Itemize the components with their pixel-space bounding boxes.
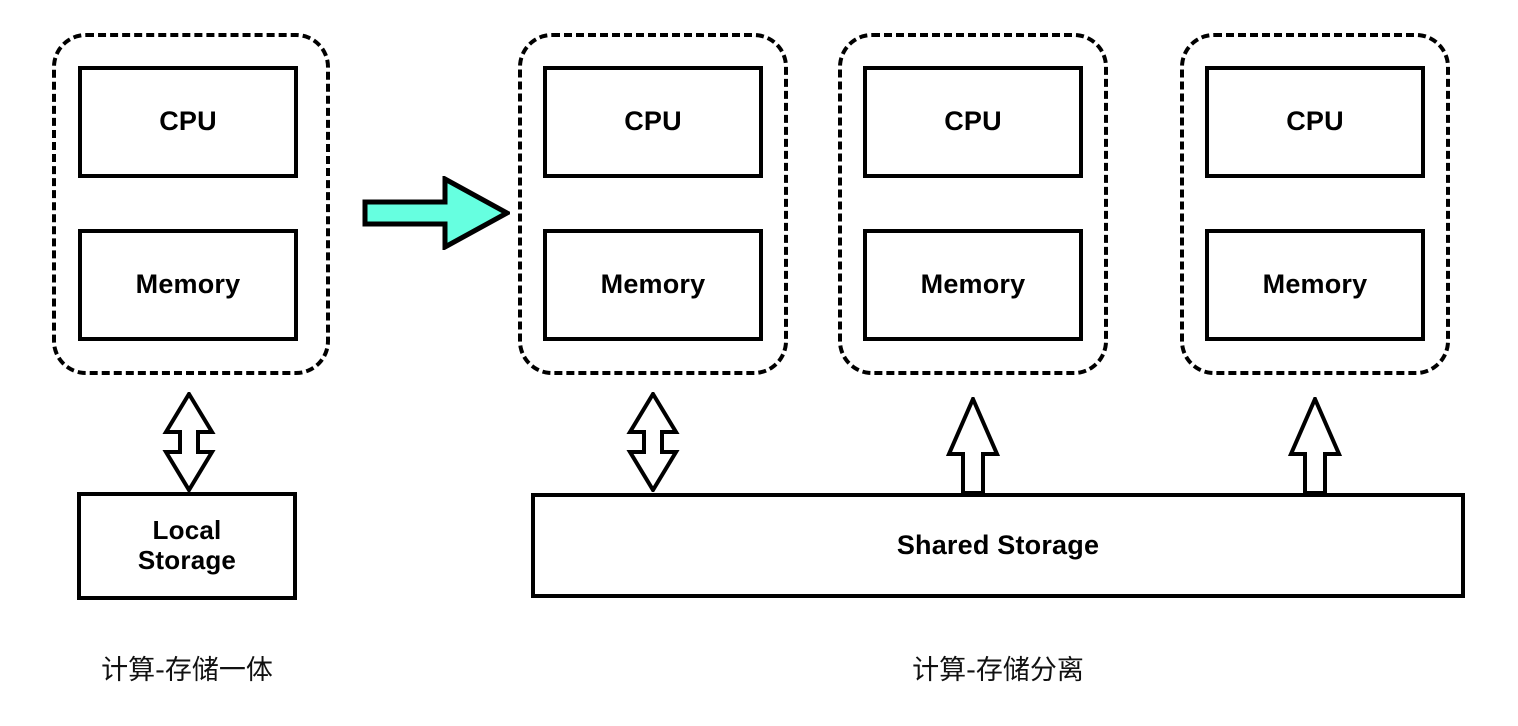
bidirectional-arrow-local: [160, 392, 218, 492]
cpu-box-shared-3: CPU: [1205, 66, 1425, 178]
cpu-box-local: CPU: [78, 66, 298, 178]
bidirectional-arrow-shared-1: [624, 392, 682, 492]
shared-storage-box: Shared Storage: [531, 493, 1465, 598]
up-arrow-shared-3: [1286, 397, 1344, 495]
caption-right-architecture: 计算-存储分离: [912, 655, 1084, 686]
cpu-box-shared-1: CPU: [543, 66, 763, 178]
cpu-box-shared-2: CPU: [863, 66, 1083, 178]
local-storage-box: Local Storage: [77, 492, 297, 600]
local-storage-label-line2: Storage: [137, 545, 237, 575]
local-storage-label-line1: Local: [152, 515, 222, 546]
memory-box-shared-3: Memory: [1205, 229, 1425, 341]
memory-box-shared-1: Memory: [543, 229, 763, 341]
memory-box-local: Memory: [78, 229, 298, 341]
diagram-canvas: CPU Memory Local Storage 计算-存储一体 CPU Mem…: [0, 0, 1518, 726]
transition-right-arrow-icon: [362, 176, 510, 250]
up-arrow-shared-2: [944, 397, 1002, 495]
caption-left-architecture: 计算-存储一体: [101, 655, 273, 686]
memory-box-shared-2: Memory: [863, 229, 1083, 341]
